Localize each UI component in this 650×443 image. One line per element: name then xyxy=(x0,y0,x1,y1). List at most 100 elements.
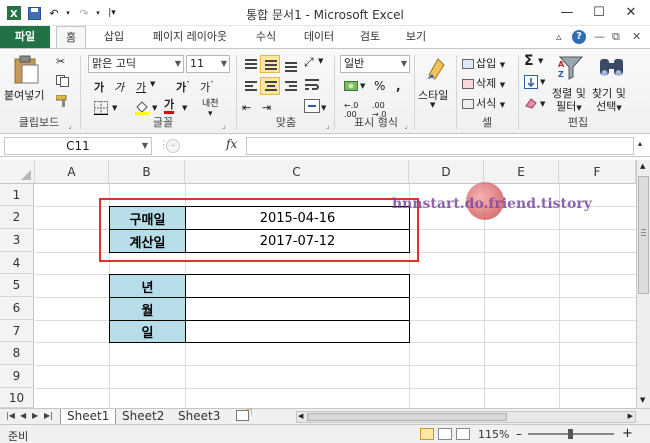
paste-button[interactable]: 붙여넣기 xyxy=(4,87,44,103)
row-header-3[interactable]: 3 xyxy=(0,229,34,252)
help-icon[interactable]: ? xyxy=(572,30,586,44)
align-center-button[interactable] xyxy=(260,77,280,95)
underline-dropdown-icon[interactable]: ▼ xyxy=(150,80,155,88)
find-select-icon[interactable] xyxy=(598,55,624,81)
font-name-combo[interactable]: 맑은 고딕 ▼ xyxy=(88,55,184,73)
page-layout-view-icon[interactable] xyxy=(438,428,452,440)
bold-icon[interactable]: 가 xyxy=(94,79,104,95)
font-size-combo[interactable]: 11 ▼ xyxy=(186,55,230,73)
tab-formulas[interactable]: 수식 xyxy=(248,26,284,48)
fill-dropdown-icon[interactable]: ▼ xyxy=(540,78,545,86)
vertical-scrollbar[interactable]: ▲ ▼ xyxy=(636,160,650,408)
close-workbook-icon[interactable]: ✕ xyxy=(632,30,641,43)
column-header-f[interactable]: F xyxy=(559,160,636,184)
row-header-2[interactable]: 2 xyxy=(0,206,34,229)
select-all-corner[interactable] xyxy=(0,160,35,184)
close-button[interactable]: ✕ xyxy=(616,2,646,22)
vertical-scroll-thumb[interactable] xyxy=(638,176,649,294)
decrease-indent-icon[interactable]: ⇤ xyxy=(242,101,251,114)
insert-function-icon[interactable]: fx xyxy=(226,137,237,151)
bottom-align-button[interactable] xyxy=(280,55,300,73)
minimize-workbook-icon[interactable]: — xyxy=(594,30,605,43)
row-header-1[interactable]: 1 xyxy=(0,184,34,206)
number-launcher-icon[interactable]: ⌟ xyxy=(404,121,408,130)
cell-b7[interactable]: 일 xyxy=(109,320,186,343)
merge-dropdown-icon[interactable]: ▼ xyxy=(321,104,326,112)
next-sheet-icon[interactable]: ▶ xyxy=(32,411,38,420)
scroll-right-icon[interactable]: ▶ xyxy=(628,412,633,420)
formula-input[interactable] xyxy=(246,137,634,155)
cancel-formula-icon[interactable]: – xyxy=(166,139,180,153)
tab-view[interactable]: 보기 xyxy=(398,26,434,48)
row-header-10[interactable]: 10 xyxy=(0,388,34,408)
accounting-icon[interactable] xyxy=(344,79,358,96)
delete-cells-button[interactable]: 삭제 ▼ xyxy=(462,75,505,91)
accounting-dropdown-icon[interactable]: ▼ xyxy=(360,82,365,90)
insert-cells-button[interactable]: 삽입 ▼ xyxy=(462,55,505,71)
sheet-tab-sheet2[interactable]: Sheet2 xyxy=(116,409,170,425)
increase-font-icon[interactable]: 가˄ xyxy=(176,79,190,95)
column-header-a[interactable]: A xyxy=(35,160,109,184)
middle-align-button[interactable] xyxy=(260,55,280,73)
fill-icon[interactable] xyxy=(524,75,538,92)
column-header-c[interactable]: C xyxy=(185,160,409,184)
autosum-icon[interactable]: Σ xyxy=(524,53,534,69)
last-sheet-icon[interactable]: ▶| xyxy=(44,411,53,420)
page-break-view-icon[interactable] xyxy=(456,428,470,440)
format-painter-icon[interactable] xyxy=(55,94,70,110)
column-header-e[interactable]: E xyxy=(484,160,559,184)
horizontal-scroll-thumb[interactable] xyxy=(307,413,507,421)
align-right-button[interactable] xyxy=(280,77,300,95)
underline-icon[interactable]: 가 xyxy=(136,79,146,95)
clear-icon[interactable] xyxy=(524,97,538,112)
tab-home[interactable]: 홈 xyxy=(56,26,86,49)
collapse-ribbon-icon[interactable]: ▵ xyxy=(556,30,562,43)
number-format-combo[interactable]: 일반 ▼ xyxy=(340,55,410,73)
row-header-8[interactable]: 8 xyxy=(0,342,34,365)
restore-button[interactable]: ☐ xyxy=(584,2,614,22)
prev-sheet-icon[interactable]: ◀ xyxy=(20,411,26,420)
autosum-dropdown-icon[interactable]: ▼ xyxy=(538,57,543,65)
cell-c6[interactable] xyxy=(185,297,410,321)
paste-icon[interactable] xyxy=(12,55,39,84)
increase-indent-icon[interactable]: ⇥ xyxy=(262,101,271,114)
fill-color-dropdown-icon[interactable]: ▼ xyxy=(152,104,157,112)
expand-formula-bar-icon[interactable]: ▴ xyxy=(638,139,642,148)
align-left-button[interactable] xyxy=(240,77,260,95)
wrap-text-icon[interactable] xyxy=(304,77,320,94)
sort-filter-icon[interactable]: AZ xyxy=(558,55,584,81)
comma-icon[interactable]: , xyxy=(396,79,401,93)
column-header-d[interactable]: D xyxy=(409,160,484,184)
scroll-left-icon[interactable]: ◀ xyxy=(298,412,303,420)
column-header-b[interactable]: B xyxy=(109,160,185,184)
insert-sheet-icon[interactable] xyxy=(230,408,258,425)
cell-b6[interactable]: 월 xyxy=(109,297,186,321)
cell-b5[interactable]: 년 xyxy=(109,274,186,298)
row-header-4[interactable]: 4 xyxy=(0,252,34,274)
horizontal-scrollbar[interactable]: ◀ ▶ xyxy=(296,411,636,423)
scroll-up-icon[interactable]: ▲ xyxy=(640,162,645,170)
decrease-font-icon[interactable]: 가˅ xyxy=(200,79,214,95)
border-dropdown-icon[interactable]: ▼ xyxy=(112,104,117,112)
alignment-launcher-icon[interactable]: ⌟ xyxy=(326,121,330,130)
zoom-out-icon[interactable]: – xyxy=(516,427,522,441)
zoom-slider-thumb[interactable] xyxy=(568,429,573,439)
styles-icon[interactable] xyxy=(424,55,450,81)
sort-filter-button[interactable]: 정렬 및 필터▼ xyxy=(552,87,586,115)
orientation-icon[interactable]: ⤢ xyxy=(304,55,314,70)
font-color-icon[interactable]: 가 xyxy=(164,99,175,114)
tab-review[interactable]: 검토 xyxy=(352,26,388,48)
tab-insert[interactable]: 삽입 xyxy=(96,26,132,48)
styles-dropdown-icon[interactable]: ▼ xyxy=(430,101,435,109)
tab-data[interactable]: 데이터 xyxy=(296,26,342,48)
worksheet-grid[interactable]: A B C D E F 1 2 3 4 5 6 7 8 9 10 구매일 201… xyxy=(0,160,636,408)
cell-c5[interactable] xyxy=(185,274,410,298)
restore-workbook-icon[interactable]: ⧉ xyxy=(612,30,620,44)
first-sheet-icon[interactable]: |◀ xyxy=(6,411,15,420)
name-box[interactable]: C11 ▼ xyxy=(4,137,152,155)
tab-file[interactable]: 파일 xyxy=(0,26,50,48)
sheet-tab-sheet1[interactable]: Sheet1 xyxy=(60,409,117,425)
copy-icon[interactable] xyxy=(56,75,70,90)
minimize-button[interactable]: — xyxy=(552,2,582,22)
cut-icon[interactable]: ✂ xyxy=(56,55,65,68)
